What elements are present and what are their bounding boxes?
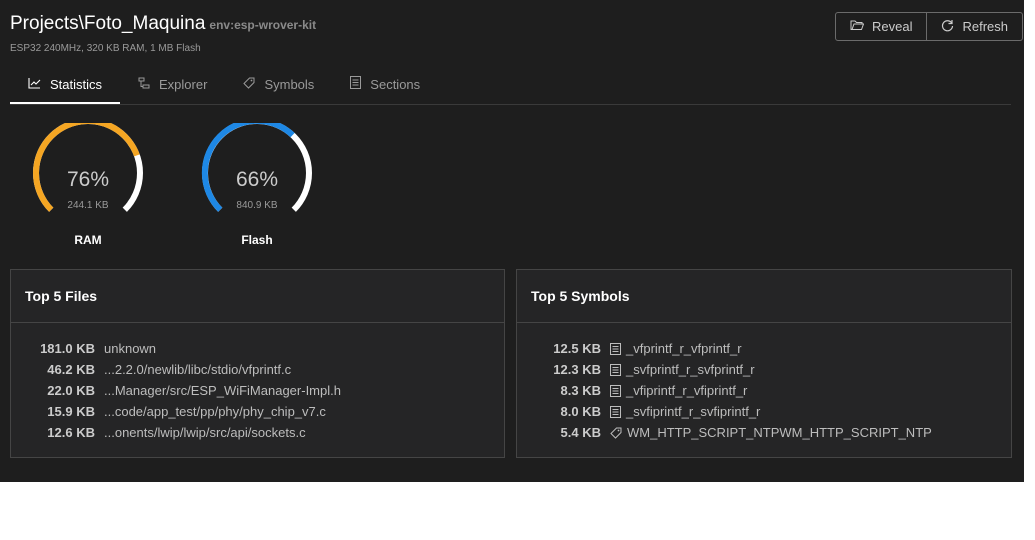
file-row[interactable]: 15.9 KB ...code/app_test/pp/phy/phy_chip… <box>11 401 504 422</box>
tab-statistics-label: Statistics <box>50 76 103 92</box>
file-name: ...onents/lwip/lwip/src/api/sockets.c <box>104 425 306 440</box>
tag-icon <box>610 427 622 439</box>
refresh-label: Refresh <box>962 19 1008 34</box>
file-name: ...Manager/src/ESP_WiFiManager-Impl.h <box>104 383 341 398</box>
project-header: Projects\Foto_Maquina env:esp-wrover-kit <box>10 13 316 35</box>
project-title: Projects\Foto_Maquina <box>10 13 206 34</box>
file-row[interactable]: 22.0 KB ...Manager/src/ESP_WiFiManager-I… <box>11 380 504 401</box>
tab-symbols[interactable]: Symbols <box>225 66 332 102</box>
ram-gauge-fill <box>33 123 140 212</box>
symbol-size: 8.0 KB <box>560 404 601 419</box>
flash-gauge: 66% 840.9 KB Flash <box>197 123 317 248</box>
header-actions: Reveal Refresh <box>835 12 1023 41</box>
refresh-button[interactable]: Refresh <box>926 13 1022 40</box>
ram-size: 244.1 KB <box>67 200 109 211</box>
file-size: 46.2 KB <box>47 362 95 377</box>
tab-statistics[interactable]: Statistics <box>10 66 121 104</box>
board-specs: ESP32 240MHz, 320 KB RAM, 1 MB Flash <box>10 43 201 54</box>
file-size: 181.0 KB <box>40 341 95 356</box>
file-row[interactable]: 181.0 KB unknown <box>11 338 504 359</box>
symbol-name: WM_HTTP_SCRIPT_NTPWM_HTTP_SCRIPT_NTP <box>627 425 932 440</box>
tree-icon <box>138 77 159 92</box>
file-size: 15.9 KB <box>47 404 95 419</box>
symbol-row[interactable]: 5.4 KB WM_HTTP_SCRIPT_NTPWM_HTTP_SCRIPT_… <box>517 422 1011 443</box>
symbol-size: 12.3 KB <box>553 362 601 377</box>
file-size: 12.6 KB <box>47 425 95 440</box>
tab-bar: Statistics Explorer Symbols Sections <box>10 66 438 104</box>
file-row[interactable]: 46.2 KB ...2.2.0/newlib/libc/stdio/vfpri… <box>11 359 504 380</box>
symbol-row[interactable]: 12.5 KB _vfprintf_r_vfprintf_r <box>517 338 1011 359</box>
reveal-label: Reveal <box>872 19 913 34</box>
reveal-button[interactable]: Reveal <box>836 13 926 40</box>
function-icon <box>610 363 621 376</box>
flash-percent: 66% <box>235 168 279 191</box>
symbol-row[interactable]: 8.3 KB _vfiprintf_r_vfiprintf_r <box>517 380 1011 401</box>
ram-gauge: 76% 244.1 KB RAM <box>28 123 148 248</box>
top-files-title: Top 5 Files <box>11 270 504 323</box>
flash-label: Flash <box>241 233 273 247</box>
file-size: 22.0 KB <box>47 383 95 398</box>
tab-divider <box>10 104 1011 105</box>
function-icon <box>610 384 621 397</box>
tab-explorer[interactable]: Explorer <box>120 66 225 102</box>
tab-explorer-label: Explorer <box>159 76 208 92</box>
symbol-row[interactable]: 8.0 KB _svfiprintf_r_svfiprintf_r <box>517 401 1011 422</box>
symbol-name: _vfprintf_r_vfprintf_r <box>626 341 742 356</box>
tab-sections[interactable]: Sections <box>332 66 438 102</box>
symbol-size: 12.5 KB <box>553 341 601 356</box>
file-name: ...code/app_test/pp/phy/phy_chip_v7.c <box>104 404 326 419</box>
env-name: env:esp-wrover-kit <box>209 18 317 32</box>
flash-gauge-fill <box>201 123 295 212</box>
function-icon <box>610 405 621 418</box>
symbol-size: 8.3 KB <box>560 383 601 398</box>
ram-percent: 76% <box>66 168 110 191</box>
ram-label: RAM <box>74 233 102 247</box>
symbol-size: 5.4 KB <box>560 425 601 440</box>
platformio-inspect-panel: Projects\Foto_Maquina env:esp-wrover-kit… <box>0 0 1024 482</box>
symbol-name: _vfiprintf_r_vfiprintf_r <box>626 383 748 398</box>
file-row[interactable]: 12.6 KB ...onents/lwip/lwip/src/api/sock… <box>11 422 504 443</box>
list-icon <box>350 76 370 92</box>
flash-size: 840.9 KB <box>236 200 278 211</box>
top-symbols-panel: Top 5 Symbols 12.5 KB _vfprintf_r_vfprin… <box>516 269 1012 458</box>
function-icon <box>610 342 621 355</box>
file-name: ...2.2.0/newlib/libc/stdio/vfprintf.c <box>104 362 292 377</box>
refresh-icon <box>941 19 962 35</box>
symbol-name: _svfprintf_r_svfprintf_r <box>626 362 755 377</box>
chart-line-icon <box>28 77 50 92</box>
tag-icon <box>243 77 264 92</box>
top-symbols-title: Top 5 Symbols <box>517 270 1011 323</box>
top-files-panel: Top 5 Files 181.0 KB unknown 46.2 KB ...… <box>10 269 505 458</box>
folder-open-icon <box>850 19 872 34</box>
tab-sections-label: Sections <box>370 76 421 92</box>
symbol-row[interactable]: 12.3 KB _svfprintf_r_svfprintf_r <box>517 359 1011 380</box>
file-name: unknown <box>104 341 157 356</box>
symbol-name: _svfiprintf_r_svfiprintf_r <box>626 404 761 419</box>
tab-symbols-label: Symbols <box>264 76 315 92</box>
